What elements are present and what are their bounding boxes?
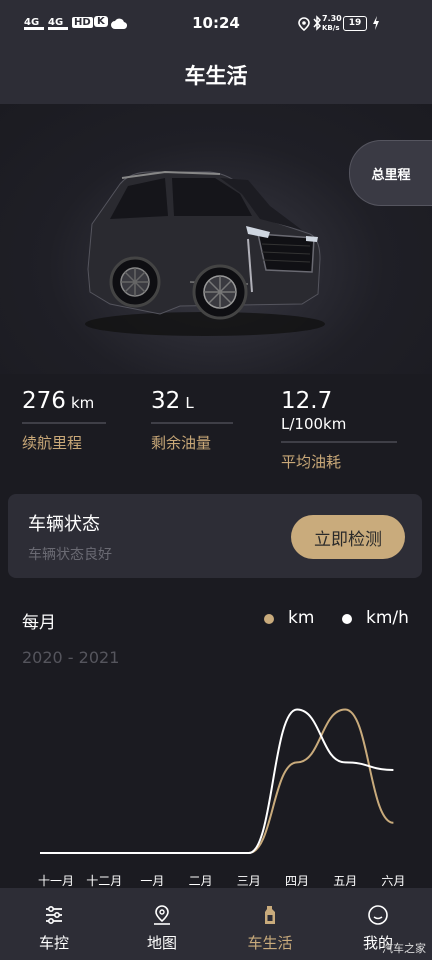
- vehicle-status-subtitle: 车辆状态良好: [28, 547, 112, 563]
- year-range: 2020 - 2021: [22, 648, 120, 667]
- consumption-stat: 12.7 L/100km 平均油耗: [281, 388, 397, 472]
- nav-label-car-life: 车生活: [247, 934, 293, 952]
- vehicle-status-title: 车辆状态: [28, 514, 100, 535]
- legend-km-label: km: [288, 608, 315, 628]
- x-tick-label: 五月: [333, 874, 357, 888]
- fuel-bottle-icon: [265, 906, 275, 924]
- x-tick-label: 一月: [140, 874, 164, 888]
- range-unit: km: [71, 394, 95, 412]
- check-now-button[interactable]: 立即检测: [291, 515, 405, 559]
- x-tick-label: 三月: [237, 874, 261, 888]
- page-title: 车生活: [184, 64, 248, 88]
- nav-label-vehicle-control: 车控: [38, 934, 69, 952]
- clock: 10:24: [192, 14, 240, 32]
- x-tick-label: 十二月: [86, 874, 122, 888]
- app-header: 车生活: [0, 48, 432, 104]
- x-tick-label: 四月: [285, 874, 309, 888]
- x-tick-label: 二月: [189, 874, 213, 888]
- fuel-stat: 32 L 剩余油量: [151, 388, 233, 453]
- consumption-label: 平均油耗: [281, 453, 342, 471]
- net-speed-value: 7.30: [322, 14, 342, 23]
- nav-item-vehicle-control[interactable]: 车控: [0, 888, 108, 960]
- status-bar: 4G 4G HD K 10:24 7.30 KB/s 19: [0, 0, 432, 48]
- period-selector[interactable]: 每月: [22, 608, 56, 633]
- series-line-kmh: [40, 708, 394, 854]
- nav-label-map: 地图: [146, 934, 177, 952]
- x-tick-label: 十一月: [38, 874, 74, 888]
- range-divider: [22, 422, 106, 424]
- legend-kmh-dot: [342, 614, 352, 624]
- series-line-km: [40, 708, 394, 854]
- range-label: 续航里程: [22, 434, 83, 452]
- fuel-value: 32: [151, 388, 181, 414]
- consumption-unit: L/100km: [281, 415, 347, 433]
- car-image: [85, 170, 325, 336]
- map-pin-icon: [154, 905, 170, 925]
- odometer-button[interactable]: 总里程: [349, 140, 432, 206]
- consumption-divider: [281, 441, 397, 443]
- fuel-unit: L: [185, 394, 194, 412]
- smiley-icon: [368, 905, 388, 925]
- x-tick-label: 六月: [381, 874, 405, 888]
- location-icon: [298, 16, 310, 35]
- fuel-divider: [151, 422, 233, 424]
- sliders-icon: [46, 905, 62, 925]
- net-speed-unit: KB/s: [322, 24, 340, 32]
- odometer-label: 总里程: [371, 167, 411, 183]
- charging-icon: [372, 15, 380, 35]
- monthly-chart: 十一月 十二月 一月 二月 三月 四月 五月 六月: [38, 708, 405, 888]
- range-value: 276: [22, 388, 66, 414]
- range-stat: 276 km 续航里程: [22, 388, 106, 453]
- nav-item-map[interactable]: 地图: [108, 888, 216, 960]
- consumption-value: 12.7: [281, 388, 333, 414]
- nav-item-car-life[interactable]: 车生活: [216, 888, 324, 960]
- bottom-nav: 车控 地图 车生活 我的 汽车之家: [0, 888, 432, 960]
- battery-icon: 19: [343, 16, 367, 31]
- vehicle-status-card: 车辆状态 车辆状态良好 立即检测: [8, 494, 422, 578]
- watermark: 汽车之家: [382, 942, 426, 955]
- fuel-label: 剩余油量: [151, 434, 212, 452]
- bluetooth-icon: [312, 15, 322, 35]
- legend-kmh-label: km/h: [366, 608, 409, 628]
- legend-km-dot: [264, 614, 274, 624]
